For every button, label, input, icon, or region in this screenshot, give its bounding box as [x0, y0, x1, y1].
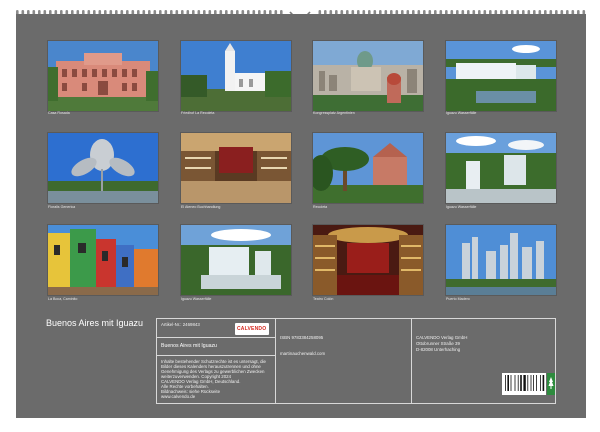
- photo-caption: Kongressplatz Argentinien: [313, 111, 355, 115]
- photo-iguazu-falls: [180, 224, 292, 296]
- barcode-bar: [533, 375, 534, 391]
- photo-caption: Iguazu Wasserfälle: [181, 297, 212, 301]
- publisher-line: Ottobrunner Straße 39: [416, 341, 460, 346]
- publisher-line: D-82008 Unterhaching: [416, 347, 461, 352]
- photo-recoleta-church: [180, 40, 292, 112]
- photo-iguazu-falls: [445, 132, 557, 204]
- author-site: martinauchenwald.com: [280, 351, 326, 356]
- photo-el-ateneo: [180, 132, 292, 204]
- photo-floralis-generica: [47, 132, 159, 204]
- barcode-bar: [536, 375, 537, 391]
- photo-caption: Friedhof La Recoleta: [181, 111, 215, 115]
- barcode-bar: [517, 375, 519, 391]
- calvendo-logo: CALVENDO: [235, 323, 269, 335]
- info-column-isbn: ISBN 9783384258095 martinauchenwald.com: [276, 319, 412, 403]
- barcode-bar: [505, 375, 506, 391]
- divider: [157, 337, 275, 338]
- barcode-icon: [502, 373, 546, 395]
- fsc-logo-icon: [547, 373, 555, 395]
- photo-caption: Puerto Madero: [446, 297, 470, 301]
- photo-puerto-madero: [445, 224, 557, 296]
- info-column-article: Artikel-Nr.: 2469843 CALVENDO Buenos Air…: [157, 319, 276, 403]
- publisher-line: CALVENDO Verlag GmbH: [416, 335, 468, 340]
- barcode-bar: [523, 375, 526, 391]
- info-subtitle: Buenos Aires mit Iguazu: [161, 343, 217, 349]
- calvendo-logo-text: CALVENDO: [237, 326, 267, 332]
- photo-caption: Iguazu Wasserfälle: [446, 111, 477, 115]
- barcode-bar: [530, 375, 532, 391]
- divider: [157, 355, 275, 356]
- barcode-bar: [520, 375, 522, 391]
- photo-caption: Teatro Colón: [313, 297, 334, 301]
- article-number: Artikel-Nr.: 2469843: [161, 322, 200, 327]
- photo-iguazu-falls: [445, 40, 557, 112]
- barcode-bar: [507, 375, 509, 391]
- photo-caption: La Boca, Caminito: [48, 297, 78, 301]
- photo-recoleta-palms: [312, 132, 424, 204]
- photo-la-boca: [47, 224, 159, 296]
- copyright-line: www.calvendo.de: [161, 394, 196, 399]
- photo-caption: Casa Rosada: [48, 111, 70, 115]
- barcode-bar: [542, 375, 545, 391]
- calendar-page: Casa Rosada Friedhof La Recoleta Kongres…: [16, 14, 586, 418]
- barcode-bar: [540, 375, 541, 391]
- photo-congress: [312, 40, 424, 112]
- barcode-bar: [514, 375, 516, 391]
- photo-caption: Recoleta: [313, 205, 328, 209]
- calendar-title: Buenos Aires mit Iguazu: [46, 318, 144, 328]
- barcode-bar: [510, 375, 512, 391]
- photo-caption: Floralis Generica: [48, 205, 76, 209]
- photo-teatro-colon: [312, 224, 424, 296]
- photo-caption: El Ateneo Buchhandlung: [181, 205, 221, 209]
- barcode-bar: [527, 375, 529, 391]
- info-box: Artikel-Nr.: 2469843 CALVENDO Buenos Air…: [156, 318, 556, 404]
- photo-casa-rosada: [47, 40, 159, 112]
- isbn: ISBN 9783384258095: [280, 335, 324, 340]
- photo-caption: Iguazu Wasserfälle: [446, 205, 477, 209]
